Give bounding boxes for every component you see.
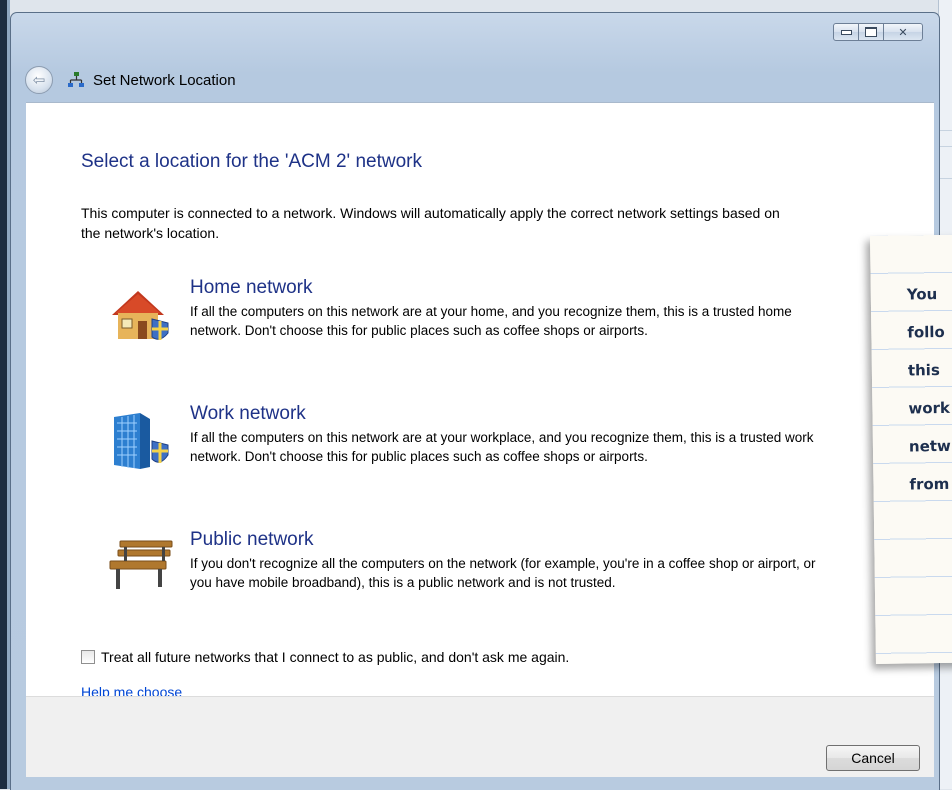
sticky-note-text: You follo this work netw from (907, 275, 952, 504)
caption-buttons: ✕ (833, 23, 923, 41)
content-panel: Select a location for the 'ACM 2' networ… (26, 102, 934, 700)
treat-as-public-row[interactable]: Treat all future networks that I connect… (81, 649, 569, 665)
note-line: from (909, 474, 950, 494)
public-network-description: If you don't recognize all the computers… (190, 556, 816, 590)
note-line: follo (907, 322, 945, 342)
home-network-description: If all the computers on this network are… (190, 304, 792, 338)
cancel-button[interactable]: Cancel (826, 745, 920, 771)
back-button[interactable]: ⇦ (25, 66, 53, 94)
work-network-title[interactable]: Work network (190, 403, 306, 425)
dialog-footer: Cancel (26, 696, 934, 777)
note-line: netw (908, 436, 951, 456)
work-network-icon (114, 413, 169, 469)
maximize-button[interactable] (858, 23, 884, 41)
public-network-title[interactable]: Public network (190, 529, 314, 551)
background-window-line (938, 130, 952, 131)
background-window-line (938, 178, 952, 179)
background-edge (0, 0, 7, 789)
back-arrow-icon: ⇦ (32, 71, 46, 89)
minimize-icon (840, 29, 852, 35)
home-network-title[interactable]: Home network (190, 277, 313, 299)
treat-as-public-label[interactable]: Treat all future networks that I connect… (101, 649, 569, 665)
note-line: work (908, 398, 951, 418)
intro-text: This computer is connected to a network.… (81, 205, 780, 241)
sticky-note: You follo this work netw from (870, 234, 952, 664)
public-network-icon (109, 540, 173, 589)
dialog-window: ✕ ⇦ Set Network Location Select a locati… (10, 12, 940, 790)
home-network-icon (112, 291, 169, 340)
window-title: Set Network Location (93, 71, 236, 89)
network-icon (68, 72, 84, 87)
close-button[interactable]: ✕ (883, 23, 923, 41)
work-network-description: If all the computers on this network are… (190, 430, 814, 464)
page-heading: Select a location for the 'ACM 2' networ… (81, 151, 422, 172)
maximize-icon (865, 27, 877, 37)
treat-as-public-checkbox[interactable] (81, 650, 95, 664)
minimize-button[interactable] (833, 23, 859, 41)
note-line: You (906, 285, 938, 304)
note-line: this (907, 361, 940, 380)
titlebar: ⇦ Set Network Location (25, 65, 236, 95)
background-window-line (938, 146, 952, 147)
close-icon: ✕ (898, 25, 908, 39)
